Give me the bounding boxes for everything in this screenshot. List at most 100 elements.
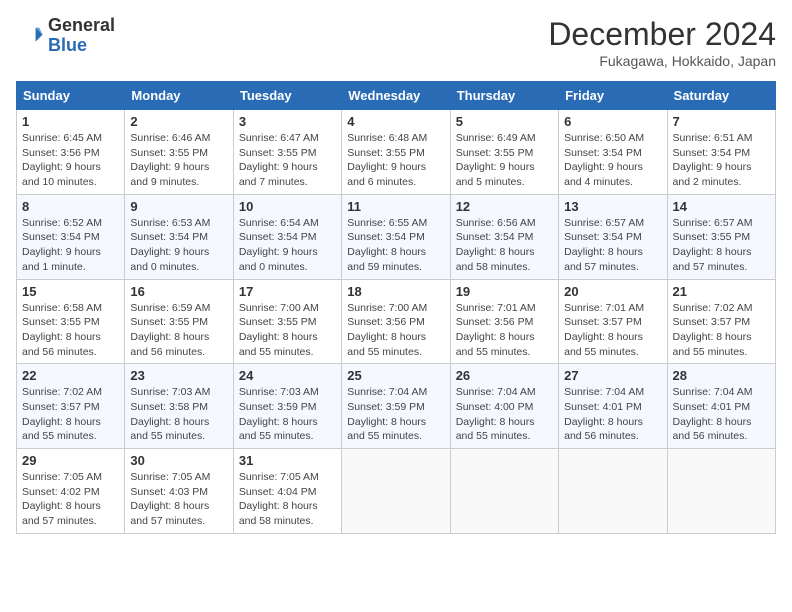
day-info: Sunrise: 7:05 AM Sunset: 4:04 PM Dayligh… bbox=[239, 470, 336, 529]
day-number: 27 bbox=[564, 368, 661, 383]
calendar-cell: 27 Sunrise: 7:04 AM Sunset: 4:01 PM Dayli… bbox=[559, 364, 667, 449]
location-subtitle: Fukagawa, Hokkaido, Japan bbox=[548, 53, 776, 69]
day-info: Sunrise: 7:04 AM Sunset: 3:59 PM Dayligh… bbox=[347, 385, 444, 444]
calendar-cell: 23 Sunrise: 7:03 AM Sunset: 3:58 PM Dayli… bbox=[125, 364, 233, 449]
day-number: 2 bbox=[130, 114, 227, 129]
calendar-cell: 5 Sunrise: 6:49 AM Sunset: 3:55 PM Daylig… bbox=[450, 110, 558, 195]
calendar-cell: 4 Sunrise: 6:48 AM Sunset: 3:55 PM Daylig… bbox=[342, 110, 450, 195]
day-info: Sunrise: 6:59 AM Sunset: 3:55 PM Dayligh… bbox=[130, 301, 227, 360]
calendar-cell: 29 Sunrise: 7:05 AM Sunset: 4:02 PM Dayli… bbox=[17, 449, 125, 534]
calendar-cell: 14 Sunrise: 6:57 AM Sunset: 3:55 PM Dayli… bbox=[667, 194, 775, 279]
day-number: 14 bbox=[673, 199, 770, 214]
day-number: 20 bbox=[564, 284, 661, 299]
page-header: General Blue December 2024 Fukagawa, Hok… bbox=[16, 16, 776, 69]
day-number: 29 bbox=[22, 453, 119, 468]
calendar-cell: 7 Sunrise: 6:51 AM Sunset: 3:54 PM Daylig… bbox=[667, 110, 775, 195]
weekday-header: Sunday bbox=[17, 82, 125, 110]
calendar-cell: 6 Sunrise: 6:50 AM Sunset: 3:54 PM Daylig… bbox=[559, 110, 667, 195]
calendar-cell bbox=[559, 449, 667, 534]
day-info: Sunrise: 6:49 AM Sunset: 3:55 PM Dayligh… bbox=[456, 131, 553, 190]
calendar-week-row: 15Sunrise: 6:58 AM Sunset: 3:55 PM Dayli… bbox=[17, 279, 776, 364]
day-info: Sunrise: 6:56 AM Sunset: 3:54 PM Dayligh… bbox=[456, 216, 553, 275]
day-info: Sunrise: 6:53 AM Sunset: 3:54 PM Dayligh… bbox=[130, 216, 227, 275]
weekday-header: Tuesday bbox=[233, 82, 341, 110]
calendar-cell: 12 Sunrise: 6:56 AM Sunset: 3:54 PM Dayli… bbox=[450, 194, 558, 279]
calendar-table: SundayMondayTuesdayWednesdayThursdayFrid… bbox=[16, 81, 776, 534]
calendar-cell: 24 Sunrise: 7:03 AM Sunset: 3:59 PM Dayli… bbox=[233, 364, 341, 449]
day-info: Sunrise: 7:03 AM Sunset: 3:59 PM Dayligh… bbox=[239, 385, 336, 444]
day-info: Sunrise: 7:04 AM Sunset: 4:01 PM Dayligh… bbox=[564, 385, 661, 444]
day-info: Sunrise: 7:00 AM Sunset: 3:56 PM Dayligh… bbox=[347, 301, 444, 360]
calendar-cell: 13Sunrise: 6:57 AM Sunset: 3:54 PM Dayli… bbox=[559, 194, 667, 279]
day-info: Sunrise: 7:03 AM Sunset: 3:58 PM Dayligh… bbox=[130, 385, 227, 444]
weekday-header: Friday bbox=[559, 82, 667, 110]
day-info: Sunrise: 7:01 AM Sunset: 3:56 PM Dayligh… bbox=[456, 301, 553, 360]
calendar-week-row: 29 Sunrise: 7:05 AM Sunset: 4:02 PM Dayli… bbox=[17, 449, 776, 534]
day-number: 22 bbox=[22, 368, 119, 383]
calendar-cell: 26Sunrise: 7:04 AM Sunset: 4:00 PM Dayli… bbox=[450, 364, 558, 449]
logo-icon bbox=[16, 22, 44, 50]
calendar-cell: 3Sunrise: 6:47 AM Sunset: 3:55 PM Daylig… bbox=[233, 110, 341, 195]
day-number: 7 bbox=[673, 114, 770, 129]
weekday-header: Monday bbox=[125, 82, 233, 110]
day-number: 25 bbox=[347, 368, 444, 383]
calendar-week-row: 1Sunrise: 6:45 AM Sunset: 3:56 PM Daylig… bbox=[17, 110, 776, 195]
day-number: 21 bbox=[673, 284, 770, 299]
logo-text: General Blue bbox=[48, 16, 115, 56]
day-number: 24 bbox=[239, 368, 336, 383]
day-info: Sunrise: 6:51 AM Sunset: 3:54 PM Dayligh… bbox=[673, 131, 770, 190]
weekday-header: Thursday bbox=[450, 82, 558, 110]
title-block: December 2024 Fukagawa, Hokkaido, Japan bbox=[548, 16, 776, 69]
day-number: 17 bbox=[239, 284, 336, 299]
day-number: 1 bbox=[22, 114, 119, 129]
day-number: 10 bbox=[239, 199, 336, 214]
day-info: Sunrise: 6:52 AM Sunset: 3:54 PM Dayligh… bbox=[22, 216, 119, 275]
calendar-cell: 25 Sunrise: 7:04 AM Sunset: 3:59 PM Dayli… bbox=[342, 364, 450, 449]
calendar-cell: 1Sunrise: 6:45 AM Sunset: 3:56 PM Daylig… bbox=[17, 110, 125, 195]
day-number: 15 bbox=[22, 284, 119, 299]
day-number: 31 bbox=[239, 453, 336, 468]
day-info: Sunrise: 7:04 AM Sunset: 4:01 PM Dayligh… bbox=[673, 385, 770, 444]
day-number: 30 bbox=[130, 453, 227, 468]
day-number: 23 bbox=[130, 368, 227, 383]
day-info: Sunrise: 7:05 AM Sunset: 4:02 PM Dayligh… bbox=[22, 470, 119, 529]
day-number: 4 bbox=[347, 114, 444, 129]
calendar-cell: 30 Sunrise: 7:05 AM Sunset: 4:03 PM Dayli… bbox=[125, 449, 233, 534]
day-info: Sunrise: 6:57 AM Sunset: 3:55 PM Dayligh… bbox=[673, 216, 770, 275]
calendar-cell: 9 Sunrise: 6:53 AM Sunset: 3:54 PM Daylig… bbox=[125, 194, 233, 279]
calendar-cell: 15Sunrise: 6:58 AM Sunset: 3:55 PM Dayli… bbox=[17, 279, 125, 364]
day-number: 12 bbox=[456, 199, 553, 214]
calendar-cell: 8 Sunrise: 6:52 AM Sunset: 3:54 PM Daylig… bbox=[17, 194, 125, 279]
day-number: 28 bbox=[673, 368, 770, 383]
day-info: Sunrise: 6:50 AM Sunset: 3:54 PM Dayligh… bbox=[564, 131, 661, 190]
calendar-cell: 31 Sunrise: 7:05 AM Sunset: 4:04 PM Dayli… bbox=[233, 449, 341, 534]
calendar-week-row: 22 Sunrise: 7:02 AM Sunset: 3:57 PM Dayli… bbox=[17, 364, 776, 449]
calendar-cell bbox=[667, 449, 775, 534]
day-info: Sunrise: 6:47 AM Sunset: 3:55 PM Dayligh… bbox=[239, 131, 336, 190]
day-number: 13 bbox=[564, 199, 661, 214]
weekday-header: Wednesday bbox=[342, 82, 450, 110]
day-number: 19 bbox=[456, 284, 553, 299]
day-number: 9 bbox=[130, 199, 227, 214]
day-info: Sunrise: 6:46 AM Sunset: 3:55 PM Dayligh… bbox=[130, 131, 227, 190]
weekday-header: Saturday bbox=[667, 82, 775, 110]
calendar-week-row: 8 Sunrise: 6:52 AM Sunset: 3:54 PM Daylig… bbox=[17, 194, 776, 279]
day-number: 5 bbox=[456, 114, 553, 129]
logo: General Blue bbox=[16, 16, 115, 56]
day-info: Sunrise: 7:01 AM Sunset: 3:57 PM Dayligh… bbox=[564, 301, 661, 360]
day-number: 26 bbox=[456, 368, 553, 383]
calendar-cell: 28 Sunrise: 7:04 AM Sunset: 4:01 PM Dayli… bbox=[667, 364, 775, 449]
day-info: Sunrise: 7:00 AM Sunset: 3:55 PM Dayligh… bbox=[239, 301, 336, 360]
month-title: December 2024 bbox=[548, 16, 776, 53]
calendar-cell bbox=[450, 449, 558, 534]
calendar-cell: 18Sunrise: 7:00 AM Sunset: 3:56 PM Dayli… bbox=[342, 279, 450, 364]
day-info: Sunrise: 7:05 AM Sunset: 4:03 PM Dayligh… bbox=[130, 470, 227, 529]
calendar-cell: 17 Sunrise: 7:00 AM Sunset: 3:55 PM Dayli… bbox=[233, 279, 341, 364]
day-info: Sunrise: 7:02 AM Sunset: 3:57 PM Dayligh… bbox=[22, 385, 119, 444]
day-info: Sunrise: 6:54 AM Sunset: 3:54 PM Dayligh… bbox=[239, 216, 336, 275]
day-number: 6 bbox=[564, 114, 661, 129]
calendar-cell bbox=[342, 449, 450, 534]
day-info: Sunrise: 6:48 AM Sunset: 3:55 PM Dayligh… bbox=[347, 131, 444, 190]
calendar-cell: 19 Sunrise: 7:01 AM Sunset: 3:56 PM Dayli… bbox=[450, 279, 558, 364]
day-number: 8 bbox=[22, 199, 119, 214]
